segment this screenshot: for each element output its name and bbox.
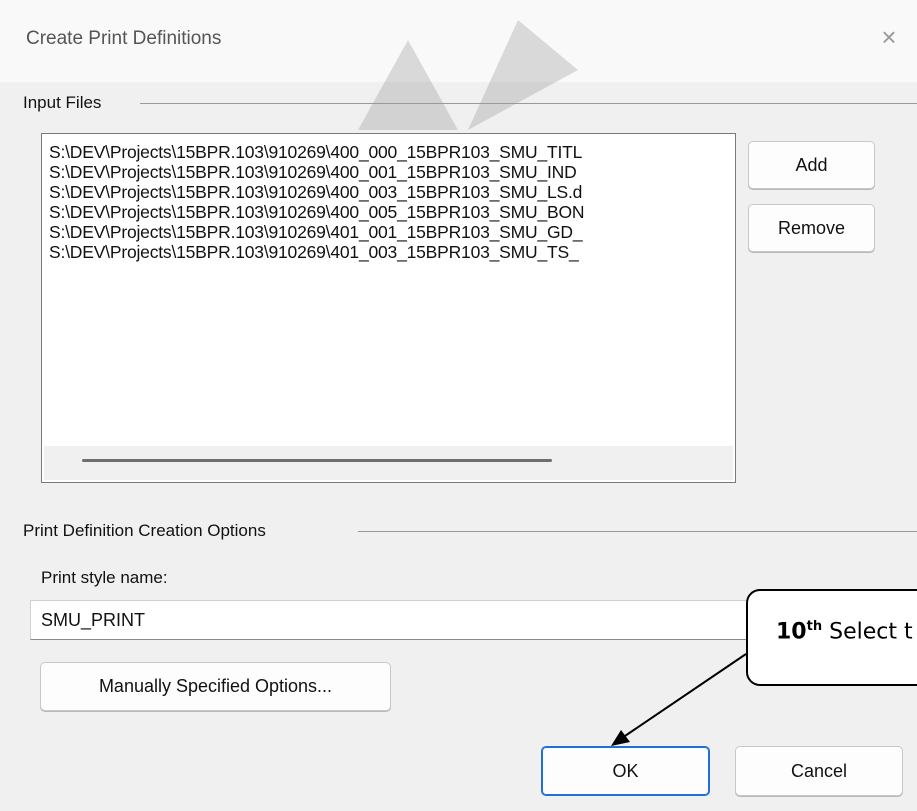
close-icon[interactable]: × xyxy=(875,22,903,53)
cancel-button[interactable]: Cancel xyxy=(735,746,903,796)
options-divider xyxy=(358,531,917,532)
input-files-listbox[interactable]: S:\DEV\Projects\15BPR.103\910269\400_000… xyxy=(41,133,736,483)
list-item[interactable]: S:\DEV\Projects\15BPR.103\910269\401_003… xyxy=(49,242,731,262)
step-number: 10 xyxy=(776,619,807,645)
horizontal-scrollbar[interactable] xyxy=(44,446,733,480)
annotation-callout: 10th Select t xyxy=(746,589,917,686)
title-bar: Create Print Definitions × xyxy=(0,0,917,82)
annotation-text: 10th Select t xyxy=(776,619,913,644)
list-item[interactable]: S:\DEV\Projects\15BPR.103\910269\400_003… xyxy=(49,182,731,202)
dialog-title: Create Print Definitions xyxy=(26,28,222,49)
create-print-definitions-dialog: Create Print Definitions × Input Files S… xyxy=(0,0,917,811)
input-files-group-label: Input Files xyxy=(23,93,112,113)
options-group-label: Print Definition Creation Options xyxy=(23,521,276,541)
remove-button[interactable]: Remove xyxy=(748,204,875,252)
add-button[interactable]: Add xyxy=(748,141,875,189)
ok-button[interactable]: OK xyxy=(541,746,710,796)
list-item[interactable]: S:\DEV\Projects\15BPR.103\910269\400_000… xyxy=(49,142,731,162)
manually-specified-options-button[interactable]: Manually Specified Options... xyxy=(40,662,391,711)
list-item[interactable]: S:\DEV\Projects\15BPR.103\910269\400_001… xyxy=(49,162,731,182)
list-item[interactable]: S:\DEV\Projects\15BPR.103\910269\401_001… xyxy=(49,222,731,242)
file-list: S:\DEV\Projects\15BPR.103\910269\400_000… xyxy=(49,142,731,262)
list-item[interactable]: S:\DEV\Projects\15BPR.103\910269\400_005… xyxy=(49,202,731,222)
input-files-divider xyxy=(140,103,917,104)
step-suffix: th xyxy=(806,619,823,634)
print-style-name-label: Print style name: xyxy=(41,568,168,587)
scrollbar-thumb[interactable] xyxy=(82,459,552,462)
step-text: Select t xyxy=(822,619,913,645)
